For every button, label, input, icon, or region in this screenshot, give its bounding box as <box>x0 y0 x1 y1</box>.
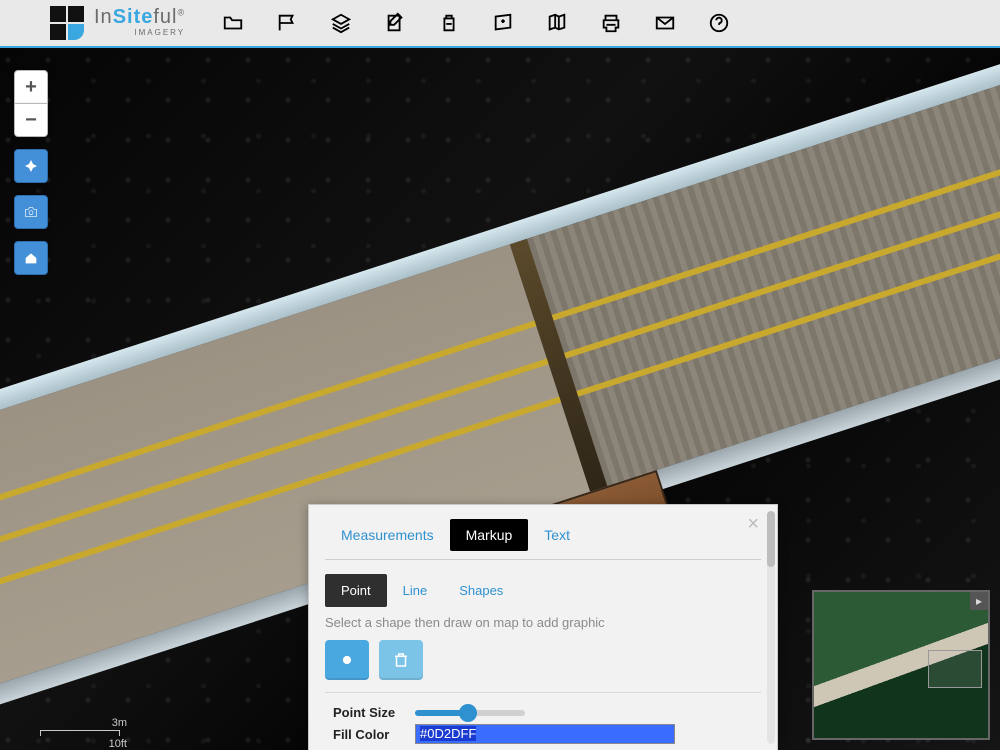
panel-hint-text: Select a shape then draw on map to add g… <box>309 607 777 640</box>
home-icon <box>23 250 39 266</box>
overview-map[interactable]: ▸ <box>812 590 990 740</box>
panel-secondary-tabs: Point Line Shapes <box>309 574 777 607</box>
zoom-in-button[interactable]: + <box>14 70 48 104</box>
overview-extent-box[interactable] <box>928 650 982 688</box>
tool-button-row <box>309 640 777 692</box>
map-book-icon[interactable] <box>545 11 569 35</box>
subtab-line[interactable]: Line <box>387 574 444 607</box>
home-button[interactable] <box>14 241 48 275</box>
point-size-slider[interactable] <box>415 710 525 716</box>
tab-text[interactable]: Text <box>528 519 586 551</box>
top-toolbar: InSiteful® IMAGERY <box>0 0 1000 48</box>
fill-color-input[interactable]: #0D2DFF <box>415 724 675 744</box>
map-pin-icon[interactable] <box>491 11 515 35</box>
subtab-point[interactable]: Point <box>325 574 387 607</box>
panel-scrollbar[interactable] <box>767 511 775 744</box>
scale-bottom-label: 10ft <box>109 738 127 750</box>
point-size-row: Point Size <box>309 703 777 722</box>
point-draw-icon <box>338 651 356 669</box>
locate-icon <box>23 158 39 174</box>
layers-icon[interactable] <box>329 11 353 35</box>
subtab-shapes[interactable]: Shapes <box>443 574 519 607</box>
scale-bar: 3m 10ft <box>40 730 120 736</box>
print-icon[interactable] <box>599 11 623 35</box>
panel-primary-tabs: Measurements Markup Text <box>309 505 777 551</box>
fill-color-value: #0D2DFF <box>420 726 476 741</box>
slider-thumb[interactable] <box>459 704 477 722</box>
markup-panel: × Measurements Markup Text Point Line Sh… <box>308 504 778 750</box>
zoom-out-button[interactable]: − <box>14 103 48 137</box>
folder-icon[interactable] <box>221 11 245 35</box>
overview-collapse-button[interactable]: ▸ <box>970 592 988 610</box>
help-icon[interactable] <box>707 11 731 35</box>
panel-close-button[interactable]: × <box>747 513 759 536</box>
brand-logo[interactable]: InSiteful® IMAGERY <box>50 6 185 40</box>
divider <box>325 692 761 693</box>
locate-button[interactable] <box>14 149 48 183</box>
tab-markup[interactable]: Markup <box>450 519 529 551</box>
brand-subtitle: IMAGERY <box>94 28 185 37</box>
camera-icon <box>23 204 39 220</box>
brand-name: InSiteful® <box>94 6 185 28</box>
scrollbar-thumb[interactable] <box>767 511 775 567</box>
edit-note-icon[interactable] <box>383 11 407 35</box>
map-flag-icon[interactable] <box>275 11 299 35</box>
divider <box>325 559 761 560</box>
map-viewport[interactable]: + − 3m 10ft ▸ × Measurements Markup Text <box>0 48 1000 750</box>
fill-color-row: Fill Color #0D2DFF <box>309 722 777 746</box>
delete-graphic-button[interactable] <box>379 640 423 680</box>
logo-mark-icon <box>50 6 84 40</box>
backpack-icon[interactable] <box>437 11 461 35</box>
mail-icon[interactable] <box>653 11 677 35</box>
map-controls: + − <box>14 70 48 275</box>
toolbar-icon-row <box>221 11 731 35</box>
draw-point-button[interactable] <box>325 640 369 680</box>
tab-measurements[interactable]: Measurements <box>325 519 450 551</box>
point-size-label: Point Size <box>333 705 407 720</box>
snapshot-button[interactable] <box>14 195 48 229</box>
fill-color-label: Fill Color <box>333 727 407 742</box>
scale-top-label: 3m <box>112 717 127 729</box>
trash-icon <box>392 651 410 669</box>
